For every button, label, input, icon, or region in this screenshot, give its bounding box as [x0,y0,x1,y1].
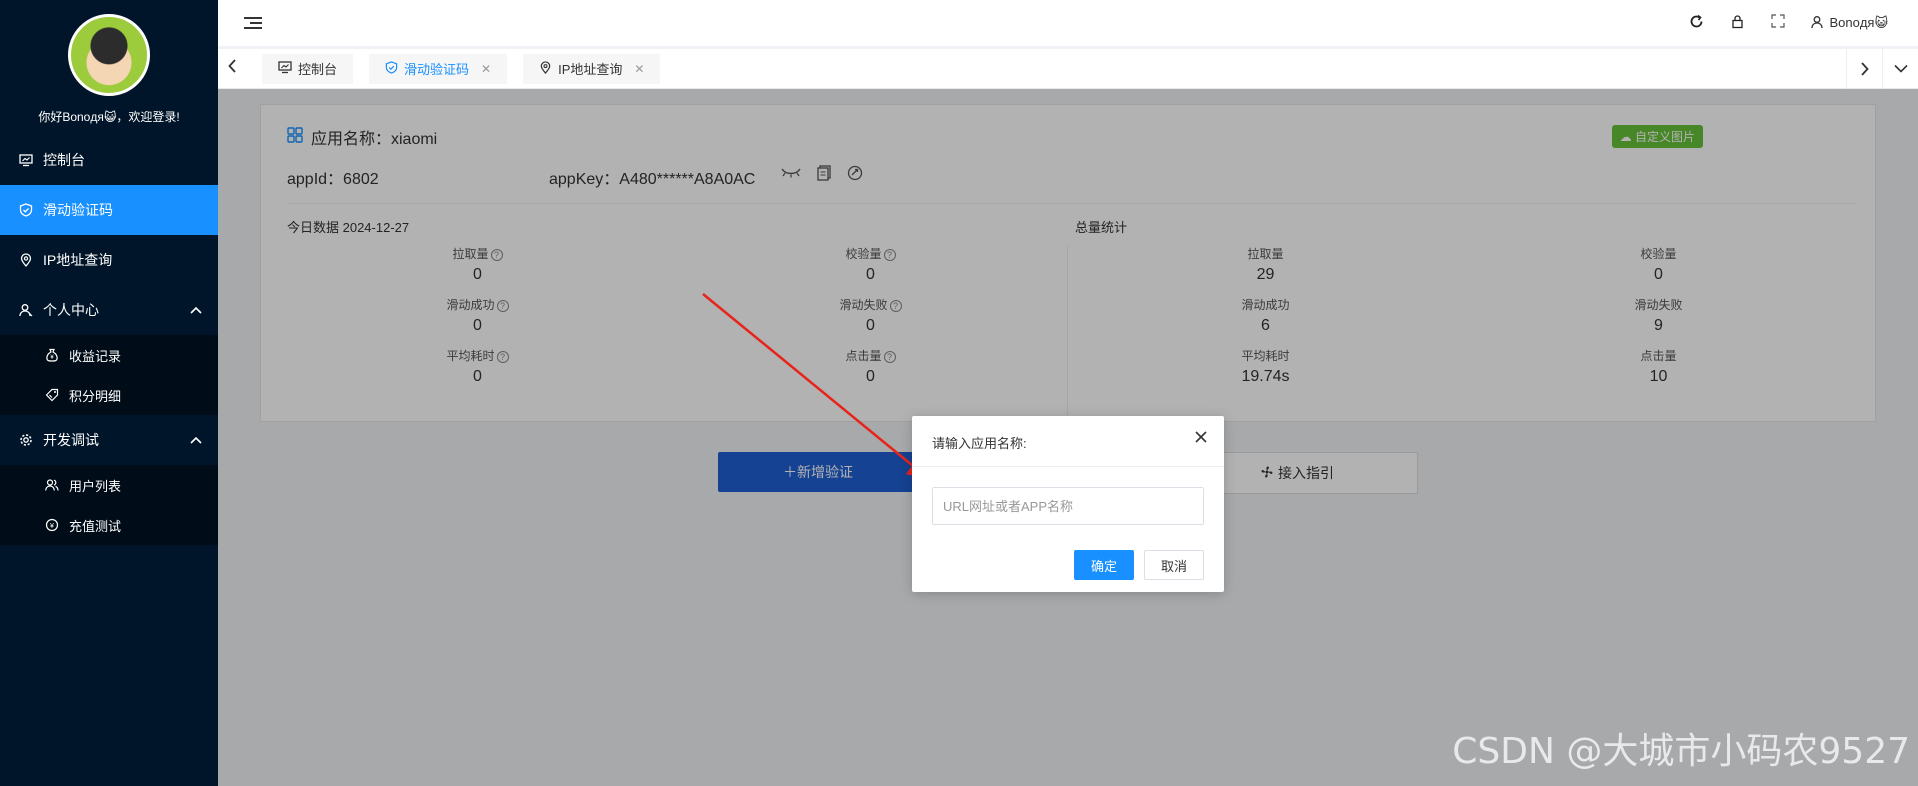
sidebar-item-label: 用户列表 [69,478,122,494]
monitor-icon [18,152,34,168]
cancel-button[interactable]: 取消 [1144,550,1204,580]
sidebar-item-dashboard[interactable]: 控制台 [0,135,218,185]
tabs-bar: 控制台 滑动验证码 ✕ IP地址查询 ✕ [218,48,1918,89]
close-icon[interactable]: ✕ [481,62,491,76]
sidebar: 你好Bonoдя😺，欢迎登录! 控制台 滑动验证码 IP地址查询 个人中心 ¥ [0,0,218,786]
sidebar-item-recharge-test[interactable]: ¥ 充值测试 [0,505,218,545]
tab-label: IP地址查询 [558,62,623,77]
svg-text:¥: ¥ [50,523,54,530]
close-icon[interactable]: ✕ [634,62,644,76]
tabs-right-nav [1846,48,1918,89]
divider [912,466,1224,467]
user-menu[interactable]: Bonoдя😺 [1811,15,1888,32]
tab-slide-captcha[interactable]: 滑动验证码 ✕ [369,53,508,84]
user-icon [1811,15,1825,32]
tabs-scroll-right-icon[interactable] [1846,48,1882,89]
monitor-icon [278,60,292,77]
lock-icon[interactable] [1730,14,1745,33]
money-bag-icon: ¥ [44,347,60,363]
chevron-down-icon[interactable] [1882,48,1918,89]
sidebar-item-earnings[interactable]: ¥ 收益记录 [0,335,218,375]
sidebar-item-label: IP地址查询 [43,252,113,268]
sidebar-item-slide-captcha[interactable]: 滑动验证码 [0,185,218,235]
confirm-button[interactable]: 确定 [1074,550,1134,580]
app-name-input[interactable] [932,487,1204,525]
fullscreen-icon[interactable] [1771,14,1786,32]
sidebar-item-label: 个人中心 [43,302,99,318]
coin-icon: ¥ [44,517,60,533]
location-pin-icon [18,252,34,268]
submenu-personal-center: ¥ 收益记录 积分明细 [0,335,218,415]
username: Bonoдя😺 [1829,15,1888,30]
tabs-scroll-left-icon[interactable] [218,59,246,78]
sidebar-item-dev-debug[interactable]: 开发调试 [0,415,218,465]
gear-icon [18,432,34,448]
sidebar-item-user-list[interactable]: 用户列表 [0,465,218,505]
tab-dashboard[interactable]: 控制台 [262,53,354,84]
shield-icon [18,202,34,218]
close-icon[interactable] [1194,428,1208,449]
dialog-title: 请输入应用名称: [932,436,1027,451]
greeting-text: 你好Bonoдя😺，欢迎登录! [38,110,180,124]
tag-icon [44,387,60,403]
sidebar-item-ip-lookup[interactable]: IP地址查询 [0,235,218,285]
location-pin-icon [539,60,552,77]
shield-icon [385,60,398,77]
tab-label: 滑动验证码 [404,62,470,77]
sidebar-item-label: 充值测试 [69,518,122,534]
sidebar-item-label: 控制台 [43,152,85,168]
user-icon [18,302,34,318]
sidebar-item-label: 开发调试 [43,432,99,448]
tab-ip-lookup[interactable]: IP地址查询 ✕ [523,53,661,84]
submenu-dev-debug: 用户列表 ¥ 充值测试 [0,465,218,545]
users-icon [44,477,60,493]
refresh-icon[interactable] [1689,14,1704,33]
chevron-up-icon [190,303,202,317]
sidebar-item-label: 积分明细 [69,388,122,404]
svg-text:¥: ¥ [50,355,54,361]
sidebar-item-personal-center[interactable]: 个人中心 [0,285,218,335]
tab-label: 控制台 [298,62,338,77]
chevron-up-icon [190,433,202,447]
app-name-dialog: 请输入应用名称: 确定 取消 [912,416,1224,592]
top-bar: Bonoдя😺 [218,0,1918,46]
top-right-actions: Bonoдя😺 [1689,0,1888,46]
sidebar-item-label: 滑动验证码 [43,202,113,218]
menu-toggle-icon[interactable] [244,14,262,32]
sidebar-item-points[interactable]: 积分明细 [0,375,218,415]
sidebar-profile: 你好Bonoдя😺，欢迎登录! [0,0,218,135]
watermark: CSDN @大城市小码农9527 [1452,731,1910,772]
avatar[interactable] [68,14,150,96]
sidebar-item-label: 收益记录 [69,348,122,364]
